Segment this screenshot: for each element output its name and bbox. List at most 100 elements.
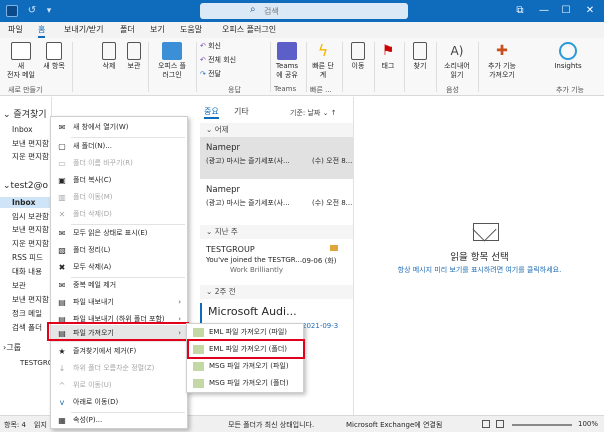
office-plugin-button[interactable]: 오피스 플 러그인	[152, 40, 192, 80]
undo-icon[interactable]: ↺	[26, 5, 38, 17]
tab-office-plugin[interactable]: 오피스 플러그인	[222, 24, 276, 35]
minimize-button[interactable]: —	[534, 3, 554, 19]
new-items-button[interactable]: 새 항목	[40, 40, 68, 71]
ctx-rename-folder[interactable]: ▭ 폴더 이름 바꾸기(R)	[51, 155, 187, 172]
tab-folder[interactable]: 폴더	[120, 24, 135, 35]
new-mail-button[interactable]: 새 전자 메일	[4, 40, 38, 80]
tab-send-receive[interactable]: 보내기/받기	[64, 24, 104, 35]
section-header[interactable]: ⌄ 지난 주	[200, 225, 353, 239]
folder-item[interactable]: RSS 피드	[12, 252, 43, 263]
move-button[interactable]: 이동	[346, 40, 370, 71]
search-box[interactable]: ⌕	[200, 3, 408, 19]
message-date: 2021-09-3	[302, 322, 339, 330]
ctx-new-folder[interactable]: ▢ 새 폴더(N)...	[51, 138, 187, 155]
ctx-copy-folder[interactable]: ▣ 폴더 복사(C)	[51, 172, 187, 189]
sub-import-msg-folder[interactable]: MSG 파일 가져오기 (폴더)	[187, 375, 303, 392]
ctx-move-down[interactable]: v 아래로 이동(D)	[51, 394, 187, 411]
tab-file[interactable]: 파일	[8, 24, 23, 35]
tab-focused[interactable]: 중요	[204, 106, 219, 119]
sort-dropdown[interactable]: 기준: 날짜 ⌄ ↑	[290, 108, 337, 118]
ctx-remove-favorites[interactable]: ★ 즐겨찾기에서 제거(F)	[51, 343, 187, 360]
tab-help[interactable]: 도움말	[180, 24, 202, 35]
account-header[interactable]: ⌄test2@o	[3, 181, 48, 191]
forward-button[interactable]: ↷ 전달	[200, 70, 221, 79]
favorites-header[interactable]: ⌄ 즐겨찾기	[3, 107, 47, 120]
ribbon-separator	[72, 42, 73, 92]
customize-quick-access-icon[interactable]: ▾	[44, 5, 54, 17]
sub-import-msg-file[interactable]: MSG 파일 가져오기 (파일)	[187, 358, 303, 375]
eml-file-icon	[193, 328, 204, 337]
reply-button[interactable]: ↶ 회신	[200, 42, 221, 51]
move-icon	[351, 42, 365, 60]
tags-button[interactable]: ⚑ 태그	[376, 40, 400, 71]
reply-all-button[interactable]: ↶ 전체 회신	[200, 56, 236, 65]
search-input[interactable]	[264, 3, 394, 19]
folder-item[interactable]: 임시 보관함	[12, 211, 49, 222]
ctx-sort-subfolders[interactable]: ↓ 하위 폴더 오름차순 정렬(Z)	[51, 360, 187, 377]
message-item[interactable]: Namepr (광고) 마시는 즐기세포(사... (수) 오전 8...	[200, 137, 353, 179]
folder-item[interactable]: 지운 편지함	[12, 238, 49, 249]
folder-item[interactable]: 정크 메일	[12, 308, 42, 319]
message-item[interactable]: Namepr (광고) 마시는 즐기세포(사... (수) 오전 8...	[200, 179, 353, 221]
ribbon-display-icon[interactable]: ⧉	[510, 3, 530, 19]
group-item[interactable]: TESTGRO	[20, 359, 51, 367]
normal-view-icon[interactable]	[482, 420, 490, 428]
message-item[interactable]: TESTGROUP You've joined the TESTGR... 09…	[200, 239, 353, 281]
ctx-remove-duplicates[interactable]: ✉ 중복 메일 제거	[51, 277, 187, 294]
rename-icon: ▭	[58, 159, 66, 168]
insights-button[interactable]: Insights	[548, 40, 588, 71]
delete-button[interactable]: 삭제	[96, 40, 122, 71]
ctx-properties[interactable]: ▦ 속성(P)...	[51, 412, 187, 429]
folder-item[interactable]: 검색 폴더	[12, 322, 42, 333]
ctx-move-up[interactable]: ^ 위로 이동(U)	[51, 377, 187, 394]
export-icon: ▤	[58, 298, 66, 307]
duplicate-mail-icon: ✉	[58, 281, 66, 290]
ctx-delete-folder[interactable]: ✕ 폴더 삭제(D)	[51, 206, 187, 223]
ctx-delete-all[interactable]: ✖ 모두 삭제(A)	[51, 259, 187, 276]
folder-item[interactable]: 대화 내용	[12, 266, 42, 277]
read-aloud-button[interactable]: A) 소리내어 읽기	[440, 40, 474, 80]
folder-item[interactable]: 보낸 편지함	[12, 294, 49, 305]
folder-item[interactable]: 보관	[12, 280, 26, 291]
folder-item[interactable]: 보낸 편지함	[12, 138, 49, 149]
group-label-teams: Teams	[274, 85, 297, 93]
folder-item[interactable]: Inbox	[12, 125, 33, 134]
share-to-teams-button[interactable]: Teams 에 공유	[272, 40, 302, 80]
get-addins-button[interactable]: ✚ 추가 기능 가져오기	[480, 40, 524, 80]
ctx-move-folder[interactable]: ▥ 폴더 이동(M)	[51, 189, 187, 206]
ctx-mark-all-read[interactable]: ✉ 모두 읽은 상태로 표시(E)	[51, 225, 187, 242]
chevron-down-icon: ⌄	[3, 110, 11, 120]
envelope-icon	[473, 223, 499, 241]
message-preview: Work Brilliantly	[230, 266, 283, 274]
ctx-open-new-window[interactable]: ✉ 새 창에서 열기(W)	[51, 119, 187, 136]
show-preview-link[interactable]: 항상 메시지 미리 보기를 표시하려면 여기를 클릭하세요.	[355, 265, 604, 275]
tab-other[interactable]: 기타	[234, 106, 249, 117]
ctx-clean-up-folder[interactable]: ▧ 폴더 정리(L)	[51, 242, 187, 259]
menu-bar: 파일 홈 보내기/받기 폴더 보기 도움말 오피스 플러그인	[0, 22, 604, 38]
maximize-button[interactable]: ☐	[556, 3, 576, 19]
chevron-down-icon: ⌄	[322, 109, 329, 117]
zoom-slider[interactable]	[512, 424, 572, 426]
reading-pane: 읽을 항목 선택 항상 메시지 미리 보기를 표시하려면 여기를 클릭하세요.	[355, 97, 604, 415]
move-folder-icon: ▥	[58, 193, 66, 202]
section-header[interactable]: ⌄ 2주 전	[200, 285, 353, 299]
zoom-level[interactable]: 100%	[578, 420, 598, 428]
tab-home[interactable]: 홈	[38, 24, 46, 38]
find-button[interactable]: 찾기	[408, 40, 432, 71]
tab-view[interactable]: 보기	[150, 24, 165, 35]
archive-button[interactable]: 보관	[124, 40, 144, 71]
close-button[interactable]: ✕	[580, 3, 600, 19]
ctx-export-file[interactable]: ▤ 파일 내보내기 ›	[51, 294, 187, 311]
folder-item[interactable]: 지운 편지함	[12, 151, 49, 162]
quick-steps-button[interactable]: ϟ 빠른 단 계	[308, 40, 338, 80]
section-header[interactable]: ⌄ 어제	[200, 123, 353, 137]
message-subject: (광고) 마시는 즐기세포(사...	[206, 199, 290, 207]
folder-item[interactable]: Inbox	[12, 198, 36, 207]
msg-folder-icon	[193, 379, 204, 388]
groups-header[interactable]: ›그룹	[3, 342, 21, 353]
folder-item[interactable]: 보낸 편지함	[12, 224, 49, 235]
reading-view-icon[interactable]	[496, 420, 504, 428]
group-label-voice: 음성	[446, 86, 459, 94]
ribbon-separator	[148, 42, 149, 92]
chevron-down-icon: ⌄	[206, 227, 213, 236]
